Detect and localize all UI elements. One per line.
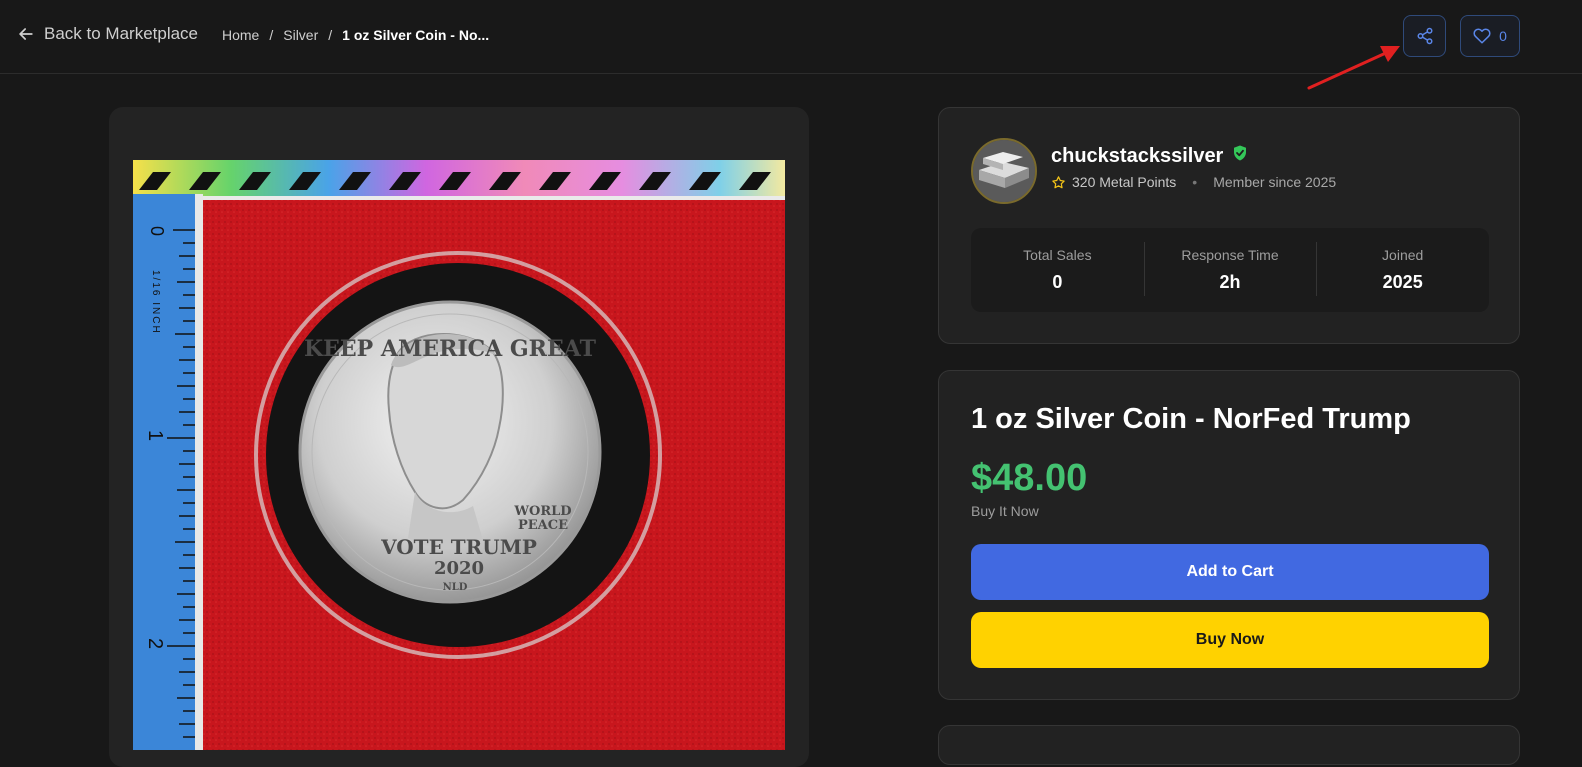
star-icon: [1052, 175, 1065, 188]
buy-now-button[interactable]: Buy Now: [971, 612, 1489, 668]
back-label: Back to Marketplace: [44, 24, 199, 43]
back-to-marketplace-link[interactable]: Back to Marketplace: [16, 24, 198, 44]
ruler-number-2: 2: [144, 638, 166, 649]
add-to-cart-button[interactable]: Add to Cart: [971, 544, 1489, 600]
stat-label: Total Sales: [1023, 247, 1092, 263]
product-photo[interactable]: 0 1 2 1/16 INCH KEEP AMERICA GREAT WORLD…: [133, 160, 785, 750]
breadcrumb-home[interactable]: Home: [222, 27, 259, 43]
breadcrumb-current: 1 oz Silver Coin - No...: [342, 27, 490, 43]
breadcrumb-separator: /: [269, 27, 274, 43]
coin-text-world: WORLD: [513, 504, 571, 519]
ruler-number-0: 0: [147, 226, 167, 236]
coin-text-peace: PEACE: [518, 518, 568, 533]
product-purchase-card: 1 oz Silver Coin - NorFed Trump $48.00 B…: [938, 370, 1520, 700]
stat-label: Joined: [1382, 247, 1424, 263]
stat-value: 2h: [1219, 272, 1241, 292]
share-button[interactable]: [1403, 15, 1446, 57]
seller-name[interactable]: chuckstackssilver: [1051, 145, 1223, 168]
stat-value: 2025: [1382, 272, 1423, 292]
heart-icon: [1473, 28, 1491, 44]
share-icon: [1417, 27, 1432, 45]
seller-name-row: chuckstackssilver: [1051, 144, 1249, 168]
favorite-count: 0: [1499, 28, 1507, 44]
seller-card: chuckstackssilver 320 Metal Points • Mem…: [938, 107, 1520, 344]
coin-text-year: 2020: [434, 558, 484, 579]
ruler-number-1: 1: [144, 430, 166, 441]
top-bar: Back to Marketplace Home / Silver / 1 oz…: [0, 0, 1582, 74]
next-section-card: [938, 725, 1520, 765]
coin-text-vote: VOTE TRUMP: [380, 535, 537, 559]
product-price: $48.00: [971, 457, 1088, 499]
ruler-label: 1/16 INCH: [150, 270, 161, 335]
verified-badge-icon: [1231, 144, 1249, 168]
product-title: 1 oz Silver Coin - NorFed Trump: [971, 403, 1411, 435]
favorite-button[interactable]: 0: [1460, 15, 1520, 57]
seller-meta: 320 Metal Points • Member since 2025: [1051, 174, 1336, 190]
metal-points: 320 Metal Points: [1072, 174, 1177, 190]
stat-value: 0: [1052, 272, 1063, 292]
breadcrumb-silver[interactable]: Silver: [283, 27, 318, 43]
coin-text-top: KEEP AMERICA GREAT: [304, 336, 597, 362]
stat-total-sales: Total Sales 0: [971, 228, 1144, 312]
breadcrumb: Home / Silver / 1 oz Silver Coin - No...: [222, 27, 489, 43]
stat-label: Response Time: [1181, 247, 1279, 263]
silver-bars-avatar-image: [973, 140, 1035, 202]
seller-avatar[interactable]: [971, 138, 1037, 204]
meta-separator-dot: •: [1192, 174, 1198, 190]
stat-joined: Joined 2025: [1316, 228, 1489, 312]
coin-photo-illustration: 0 1 2 1/16 INCH KEEP AMERICA GREAT WORLD…: [133, 160, 785, 750]
stat-response-time: Response Time 2h: [1143, 228, 1317, 312]
breadcrumb-separator: /: [328, 27, 333, 43]
seller-stats: Total Sales 0 Response Time 2h Joined 20…: [971, 228, 1489, 312]
member-since: Member since 2025: [1213, 174, 1337, 190]
coin-mark: NLD: [443, 582, 468, 593]
listing-type: Buy It Now: [971, 503, 1039, 519]
arrow-left-icon: [19, 28, 33, 40]
